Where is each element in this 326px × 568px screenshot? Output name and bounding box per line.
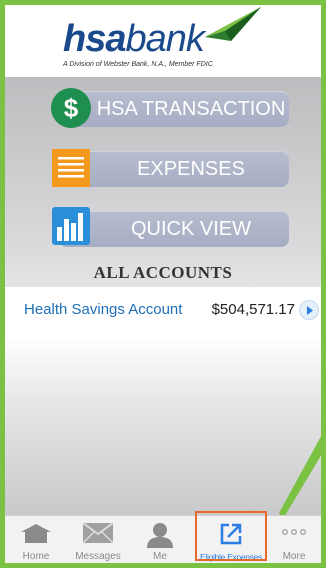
content-background (5, 337, 321, 515)
expenses-button[interactable]: EXPENSES (59, 151, 289, 187)
more-icon (282, 529, 306, 535)
logo-hsa: hsa (63, 18, 126, 60)
logo-tagline: A Division of Webster Bank, N.A., Member… (63, 61, 213, 68)
account-balance: $504,571.17 (211, 301, 295, 318)
tab-more-label: More (282, 551, 306, 562)
menu-area: HSA TRANSACTION $ EXPENSES QUICK VIEW (5, 77, 321, 287)
bar-chart-icon (52, 207, 90, 245)
tab-more[interactable]: More (267, 516, 321, 563)
active-tab-highlight (195, 511, 267, 561)
tab-me[interactable]: Me (131, 516, 189, 563)
tab-messages-label: Messages (75, 551, 121, 562)
envelope-icon (82, 522, 114, 544)
svg-text:$: $ (64, 93, 79, 123)
home-icon (21, 524, 51, 543)
header: hsabank A Division of Webster Bank, N.A.… (5, 5, 321, 77)
account-row[interactable]: Health Savings Account $504,571.17 (5, 287, 321, 337)
logo: hsabank (63, 18, 205, 60)
tab-home-label: Home (22, 551, 50, 562)
logo-bank: bank (125, 18, 204, 60)
hsa-transaction-label: HSA TRANSACTION (96, 98, 286, 120)
expenses-label: EXPENSES (137, 158, 245, 180)
dollar-icon: $ (51, 88, 91, 128)
quick-view-label: QUICK VIEW (130, 218, 251, 240)
chevron-right-icon (307, 306, 313, 315)
tab-messages[interactable]: Messages (69, 516, 127, 563)
app-frame: hsabank A Division of Webster Bank, N.A.… (5, 5, 321, 563)
quick-view-button[interactable]: QUICK VIEW (59, 211, 289, 247)
person-icon (147, 523, 173, 548)
account-name[interactable]: Health Savings Account (24, 301, 182, 318)
tab-me-label: Me (153, 551, 167, 562)
tab-home[interactable]: Home (7, 516, 65, 563)
hsa-transaction-button[interactable]: HSA TRANSACTION (59, 91, 289, 127)
decorative-stripe (279, 436, 321, 519)
account-detail-button[interactable] (299, 300, 319, 320)
paper-plane-logo-icon (205, 7, 261, 41)
tab-bar: Home Messages Me Eligible Expenses More (5, 515, 321, 563)
all-accounts-heading: ALL ACCOUNTS (93, 263, 233, 282)
receipt-icon (52, 149, 90, 187)
